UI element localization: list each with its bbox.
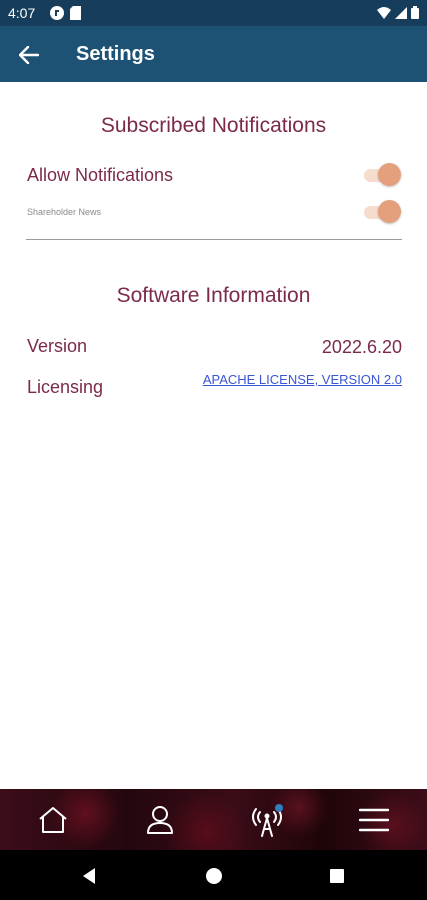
status-time: 4:07 [8,5,36,21]
page-title: Settings [76,43,155,65]
system-recents-button[interactable] [327,866,347,886]
status-system-icons [377,6,419,19]
circle-home-icon [206,868,222,884]
app-notification-icon [50,6,64,20]
back-button[interactable] [12,38,46,72]
menu-icon [359,808,389,832]
nav-menu-button[interactable] [356,802,392,838]
app-bar: Settings [0,26,427,82]
arrow-back-icon [19,46,39,64]
allow-notifications-toggle[interactable] [362,162,402,188]
shareholder-news-label: Shareholder News [27,207,102,217]
license-link[interactable]: APACHE LICENSE, VERSION 2.0 [203,372,402,387]
system-home-button[interactable] [204,866,224,886]
broadcast-icon [252,804,283,837]
notifications-heading: Subscribed Notifications [100,114,327,137]
signal-icon [395,6,407,19]
nav-broadcast-button[interactable] [249,802,285,838]
system-nav-bar [0,850,427,900]
version-value: 2022.6.20 [321,337,402,357]
system-back-button[interactable] [80,866,100,886]
licensing-label: Licensing [27,377,104,397]
sd-card-icon [70,6,81,20]
toggle-thumb [378,163,401,186]
version-label: Version [27,336,88,356]
wifi-icon [377,6,391,19]
status-notification-icons [50,6,81,20]
software-heading: Software Information [116,284,311,307]
status-bar: 4:07 [0,0,427,26]
battery-icon [411,6,419,19]
nav-home-button[interactable] [35,802,71,838]
profile-icon [147,806,173,834]
section-divider [26,239,402,240]
nav-profile-button[interactable] [142,802,178,838]
shareholder-news-toggle[interactable] [362,199,402,225]
toggle-thumb [378,200,401,223]
home-icon [39,807,67,833]
bottom-nav [0,789,427,850]
square-recents-icon [330,869,344,883]
triangle-back-icon [83,868,95,884]
allow-notifications-label: Allow Notifications [27,165,174,185]
